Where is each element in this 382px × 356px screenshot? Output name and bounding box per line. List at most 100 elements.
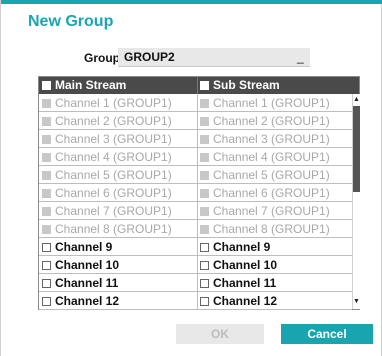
channel-label: Channel 4 (GROUP1) (55, 150, 172, 164)
main-stream-channel-cell[interactable]: Channel 12 (42, 292, 119, 310)
cancel-button[interactable]: Cancel (281, 324, 373, 344)
scrollbar-thumb[interactable] (353, 106, 360, 192)
main-stream-checkbox (42, 189, 51, 198)
sub-stream-channel-cell[interactable]: Channel 12 (200, 292, 277, 310)
sub-stream-checkbox[interactable] (200, 243, 209, 252)
channel-label: Channel 5 (GROUP1) (55, 168, 172, 182)
main-stream-checkbox (42, 117, 51, 126)
sub-stream-channel-cell: Channel 7 (GROUP1) (200, 202, 330, 220)
table-row: Channel 3 (GROUP1) Channel 3 (GROUP1) (39, 130, 352, 148)
channel-label: Channel 10 (55, 258, 120, 272)
column-divider (197, 202, 198, 220)
main-stream-checkbox (42, 171, 51, 180)
main-stream-checkbox (42, 153, 51, 162)
table-row: Channel 7 (GROUP1) Channel 7 (GROUP1) (39, 202, 352, 220)
column-divider (197, 292, 198, 310)
sub-stream-checkbox[interactable] (200, 279, 209, 288)
main-stream-checkbox (42, 135, 51, 144)
channel-label: Channel 7 (GROUP1) (55, 204, 172, 218)
channel-label: Channel 8 (GROUP1) (55, 222, 172, 236)
table-row: Channel 4 (GROUP1) Channel 4 (GROUP1) (39, 148, 352, 166)
main-stream-channel-cell: Channel 4 (GROUP1) (42, 148, 172, 166)
main-stream-channel-cell: Channel 3 (GROUP1) (42, 130, 172, 148)
new-group-dialog: New Group Group GROUP2 _ Main Stream Sub… (0, 0, 382, 356)
channel-label: Channel 4 (GROUP1) (213, 150, 330, 164)
sub-stream-channel-cell[interactable]: Channel 10 (200, 256, 277, 274)
text-cursor: _ (297, 50, 304, 64)
main-stream-channel-cell: Channel 1 (GROUP1) (42, 94, 172, 112)
main-stream-channel-cell[interactable]: Channel 10 (42, 256, 119, 274)
main-stream-channel-cell[interactable]: Channel 11 (42, 274, 118, 292)
sub-stream-checkbox (200, 99, 209, 108)
main-stream-checkbox[interactable] (42, 261, 51, 270)
channel-label: Channel 12 (55, 294, 120, 308)
sub-stream-checkbox (200, 171, 209, 180)
channel-label: Channel 6 (GROUP1) (213, 186, 330, 200)
channel-stream-table: Main Stream Sub Stream Channel 1 (GROUP1… (38, 76, 360, 310)
sub-stream-checkbox (200, 207, 209, 216)
channel-label: Channel 11 (213, 276, 277, 290)
channel-label: Channel 9 (55, 240, 113, 254)
main-stream-select-all-checkbox[interactable] (42, 81, 51, 90)
sub-stream-channel-cell: Channel 3 (GROUP1) (200, 130, 330, 148)
channel-label: Channel 12 (213, 294, 278, 308)
table-scrollbar[interactable]: ▲ ▼ (352, 94, 360, 309)
table-header: Main Stream Sub Stream (39, 77, 359, 94)
column-divider (197, 112, 198, 130)
sub-stream-checkbox (200, 117, 209, 126)
sub-stream-channel-cell: Channel 1 (GROUP1) (200, 94, 330, 112)
arrow-up-icon[interactable]: ▲ (353, 95, 360, 104)
main-stream-channel-cell[interactable]: Channel 9 (42, 238, 112, 256)
main-stream-header[interactable]: Main Stream (42, 77, 126, 94)
column-divider (197, 238, 198, 256)
main-stream-channel-cell: Channel 2 (GROUP1) (42, 112, 172, 130)
sub-stream-channel-cell: Channel 2 (GROUP1) (200, 112, 330, 130)
channel-label: Channel 11 (55, 276, 119, 290)
dialog-title: New Group (28, 13, 114, 30)
main-stream-checkbox (42, 225, 51, 234)
table-row: Channel 6 (GROUP1) Channel 6 (GROUP1) (39, 184, 352, 202)
channel-label: Channel 9 (213, 240, 271, 254)
channel-label: Channel 10 (213, 258, 278, 272)
table-row: Channel 11 Channel 11 (39, 274, 352, 292)
table-row: Channel 1 (GROUP1) Channel 1 (GROUP1) (39, 94, 352, 112)
sub-stream-header-label: Sub Stream (213, 78, 280, 92)
table-row: Channel 8 (GROUP1) Channel 8 (GROUP1) (39, 220, 352, 238)
sub-stream-checkbox (200, 153, 209, 162)
table-row: Channel 5 (GROUP1) Channel 5 (GROUP1) (39, 166, 352, 184)
sub-stream-checkbox (200, 225, 209, 234)
channel-label: Channel 3 (GROUP1) (213, 132, 330, 146)
table-row: Channel 12 Channel 12 (39, 292, 352, 310)
arrow-down-icon[interactable]: ▼ (353, 297, 360, 306)
main-stream-checkbox[interactable] (42, 297, 51, 306)
group-name-input[interactable]: GROUP2 (118, 48, 310, 67)
column-divider (197, 166, 198, 184)
main-stream-checkbox[interactable] (42, 243, 51, 252)
sub-stream-header[interactable]: Sub Stream (200, 77, 280, 94)
column-divider (197, 148, 198, 166)
main-stream-channel-cell: Channel 5 (GROUP1) (42, 166, 172, 184)
column-divider (197, 274, 198, 292)
sub-stream-channel-cell[interactable]: Channel 11 (200, 274, 276, 292)
main-stream-checkbox[interactable] (42, 279, 51, 288)
table-row: Channel 2 (GROUP1) Channel 2 (GROUP1) (39, 112, 352, 130)
group-label: Group (84, 51, 120, 65)
main-stream-checkbox (42, 207, 51, 216)
main-stream-channel-cell: Channel 7 (GROUP1) (42, 202, 172, 220)
sub-stream-checkbox[interactable] (200, 261, 209, 270)
sub-stream-checkbox[interactable] (200, 297, 209, 306)
table-row: Channel 9 Channel 9 (39, 238, 352, 256)
column-divider (197, 184, 198, 202)
sub-stream-channel-cell[interactable]: Channel 9 (200, 238, 270, 256)
main-stream-channel-cell: Channel 6 (GROUP1) (42, 184, 172, 202)
sub-stream-channel-cell: Channel 6 (GROUP1) (200, 184, 330, 202)
table-row: Channel 10 Channel 10 (39, 256, 352, 274)
ok-button[interactable]: OK (176, 324, 264, 344)
sub-stream-select-all-checkbox[interactable] (200, 81, 209, 90)
sub-stream-checkbox (200, 135, 209, 144)
channel-label: Channel 1 (GROUP1) (213, 96, 330, 110)
sub-stream-channel-cell: Channel 5 (GROUP1) (200, 166, 330, 184)
channel-label: Channel 3 (GROUP1) (55, 132, 172, 146)
channel-label: Channel 8 (GROUP1) (213, 222, 330, 236)
column-divider (197, 256, 198, 274)
